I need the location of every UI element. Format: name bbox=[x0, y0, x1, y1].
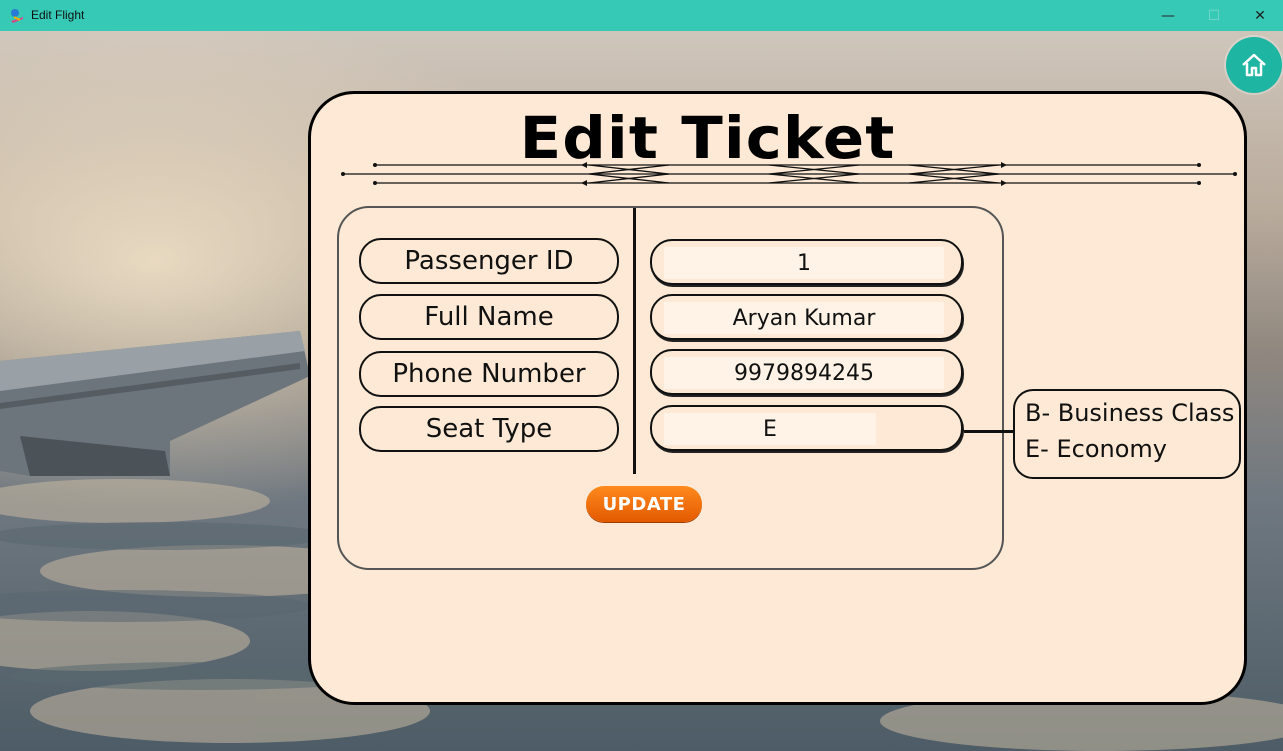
window-title: Edit Flight bbox=[31, 8, 85, 22]
seat-type-field-frame bbox=[650, 405, 963, 451]
phone-number-field-frame bbox=[650, 349, 963, 395]
seat-type-label: Seat Type bbox=[359, 406, 619, 452]
legend-connector bbox=[964, 430, 1014, 433]
ticket-form-panel: Passenger ID Full Name Phone Number Seat… bbox=[337, 206, 1004, 570]
title-bar: Edit Flight — ☐ ✕ bbox=[0, 0, 1283, 31]
update-button[interactable]: UPDATE bbox=[586, 486, 702, 522]
minimize-button[interactable]: — bbox=[1145, 0, 1191, 31]
app-icon bbox=[11, 9, 23, 23]
ornamental-divider bbox=[341, 162, 1237, 186]
home-icon bbox=[1242, 53, 1266, 77]
full-name-input[interactable] bbox=[664, 302, 944, 334]
legend-business-class: B- Business Class bbox=[1025, 399, 1235, 427]
seat-type-input[interactable] bbox=[664, 413, 876, 445]
full-name-label: Full Name bbox=[359, 294, 619, 340]
seat-type-legend: B- Business Class E- Economy bbox=[1013, 389, 1241, 479]
home-button[interactable] bbox=[1226, 37, 1282, 93]
passenger-id-input[interactable] bbox=[664, 247, 944, 279]
edit-ticket-card: Edit Ticket Passenger ID Full Name Phone… bbox=[308, 91, 1247, 705]
column-separator bbox=[633, 208, 636, 474]
phone-number-label: Phone Number bbox=[359, 351, 619, 397]
phone-number-input[interactable] bbox=[664, 357, 944, 389]
passenger-id-field-frame bbox=[650, 239, 963, 285]
maximize-button[interactable]: ☐ bbox=[1191, 0, 1237, 31]
passenger-id-label: Passenger ID bbox=[359, 238, 619, 284]
legend-economy: E- Economy bbox=[1025, 435, 1167, 463]
close-button[interactable]: ✕ bbox=[1237, 0, 1283, 31]
full-name-field-frame bbox=[650, 294, 963, 340]
